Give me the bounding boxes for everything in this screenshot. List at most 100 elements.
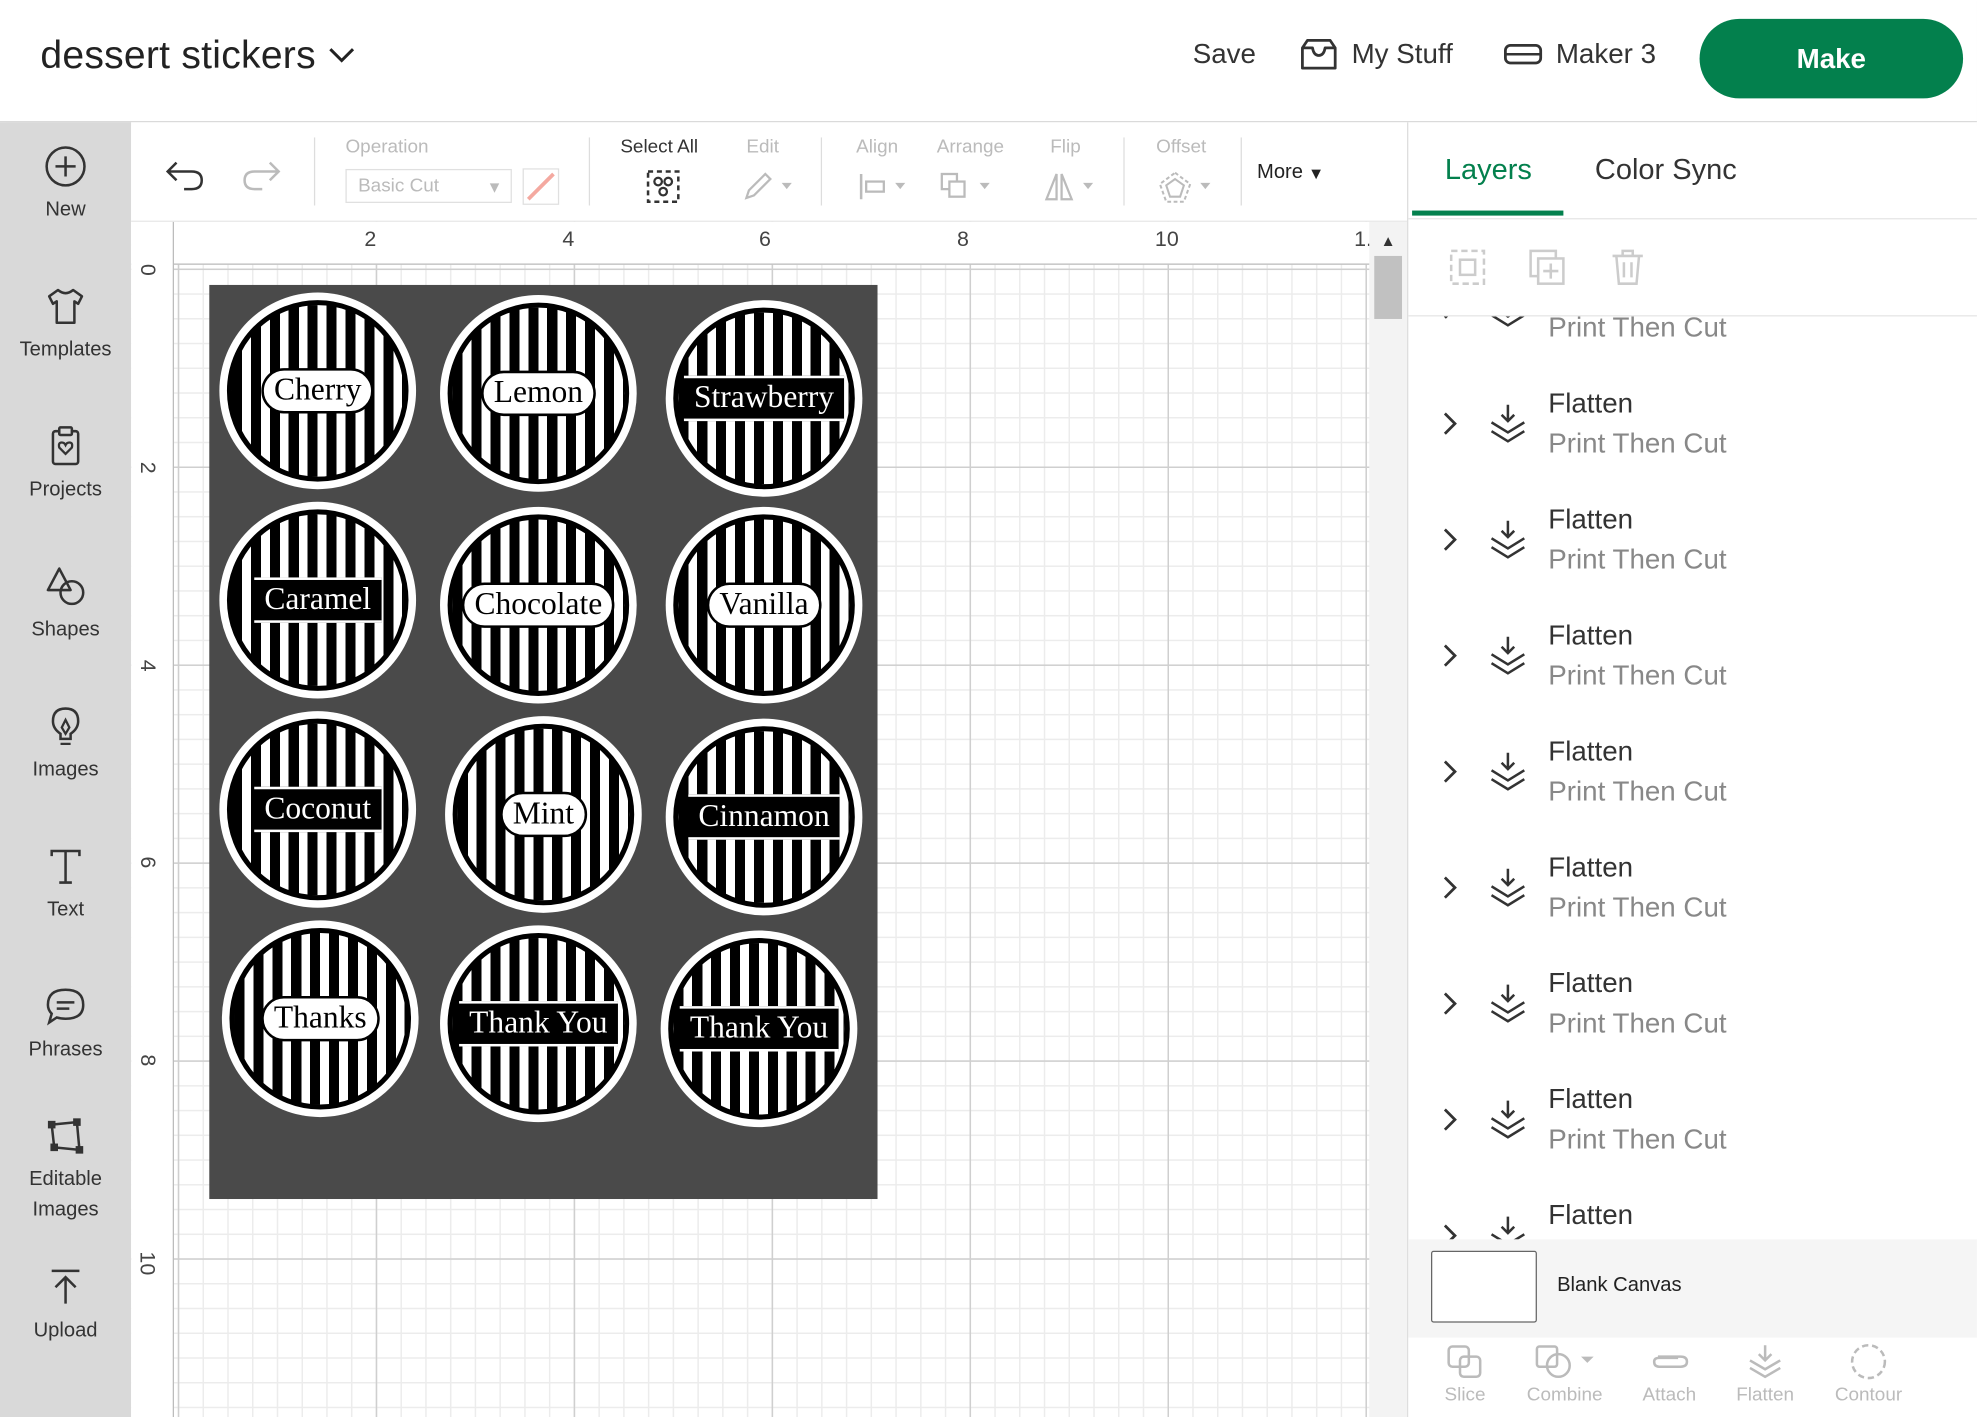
arrange-icon[interactable] (938, 170, 996, 203)
layer-row[interactable]: Flatten (1408, 1186, 1977, 1240)
upload-icon (51, 1269, 80, 1304)
ruler-tick-label: 10 (1154, 226, 1179, 251)
chevron-right-icon[interactable] (1440, 758, 1460, 786)
more-button[interactable]: More ▼ (1257, 161, 1324, 184)
contour-button[interactable]: Contour (1828, 1343, 1909, 1406)
edit-label: Edit (746, 136, 779, 158)
blank-canvas-label: Blank Canvas (1557, 1274, 1682, 1297)
layer-name: Flatten (1548, 387, 1634, 419)
toolbar-divider (313, 137, 316, 206)
layer-row[interactable]: Flatten Print Then Cut (1408, 838, 1977, 954)
sticker-mint[interactable]: Mint (445, 716, 642, 913)
align-icon[interactable] (856, 170, 911, 203)
chevron-right-icon[interactable] (1440, 526, 1460, 554)
sticker-thanks[interactable]: Thanks (221, 920, 419, 1118)
paperclip-icon (1652, 1355, 1689, 1368)
sticker-caramel[interactable]: Caramel (219, 501, 417, 699)
offset-icon[interactable] (1156, 170, 1217, 205)
sticker-stripes: Thanks (229, 927, 412, 1110)
layer-name: Flatten (1548, 1199, 1634, 1231)
duplicate-icon[interactable] (1527, 247, 1567, 287)
sticker-strawberry[interactable]: Strawberry (665, 300, 863, 497)
trash-icon[interactable] (1608, 247, 1648, 287)
sticker-stripes: Vanilla (673, 514, 855, 696)
layer-row[interactable]: Flatten Print Then Cut (1408, 954, 1977, 1070)
layer-operation: Print Then Cut (1548, 775, 1727, 807)
layer-row[interactable]: Flatten Print Then Cut (1408, 722, 1977, 838)
operation-label: Operation (345, 136, 429, 158)
save-button[interactable]: Save (1193, 38, 1256, 71)
blank-canvas-row[interactable]: Blank Canvas (1408, 1239, 1977, 1338)
operation-select[interactable]: Basic Cut ▾ (345, 168, 512, 203)
sidebar-item-shapes[interactable]: Shapes (0, 565, 131, 646)
layer-row[interactable]: Print Then Cut (1408, 316, 1977, 374)
edit-pencil-icon[interactable] (741, 170, 796, 203)
layer-row[interactable]: Flatten Print Then Cut (1408, 1070, 1977, 1186)
blank-canvas-swatch[interactable] (1431, 1250, 1537, 1323)
layer-row[interactable]: Flatten Print Then Cut (1408, 490, 1977, 606)
design-canvas[interactable]: 2 4 6 8 10 1. 0 2 4 6 8 10 ▲ Cherry Lemo… (131, 221, 1408, 1417)
combine-button[interactable]: Combine (1519, 1343, 1610, 1406)
scroll-up-icon[interactable]: ▲ (1381, 232, 1396, 250)
sidebar-label: Editable Images (29, 1168, 103, 1221)
inbox-icon (1301, 38, 1337, 70)
chevron-right-icon[interactable] (1440, 642, 1460, 670)
sticker-lemon[interactable]: Lemon (440, 295, 637, 492)
chevron-right-icon[interactable] (1440, 1106, 1460, 1134)
ruler-tick-label: 2 (364, 226, 377, 251)
redo-icon[interactable] (240, 158, 283, 193)
sticker-chocolate[interactable]: Chocolate (440, 506, 637, 704)
sidebar-item-editable-images[interactable]: Editable Images (0, 1115, 131, 1226)
layer-name: Flatten (1548, 735, 1634, 767)
make-button[interactable]: Make (1699, 18, 1964, 99)
sticker-vanilla[interactable]: Vanilla (665, 506, 863, 704)
chevron-right-icon[interactable] (1440, 410, 1460, 438)
sidebar-item-phrases[interactable]: Phrases (0, 985, 131, 1066)
project-title-dropdown[interactable]: dessert stickers (40, 33, 356, 78)
ruler-tick-label: 8 (135, 1054, 160, 1067)
sticker-sheet[interactable]: Cherry Lemon Strawberry Caramel Chocolat… (209, 284, 878, 1200)
attach-button[interactable]: Attach (1638, 1343, 1701, 1406)
top-ruler: 2 4 6 8 10 1. (131, 221, 1408, 265)
tool-label: Slice (1444, 1384, 1486, 1406)
sidebar-item-templates[interactable]: Templates (0, 285, 131, 366)
tab-color-sync[interactable]: Color Sync (1595, 153, 1737, 187)
sidebar-item-new[interactable]: New (0, 145, 131, 226)
undo-icon[interactable] (164, 158, 207, 193)
sidebar-item-text[interactable]: Text (0, 845, 131, 926)
sidebar-item-upload[interactable]: Upload (0, 1266, 131, 1347)
ruler-tick-label: 6 (759, 226, 771, 251)
layer-name: Flatten (1548, 851, 1634, 883)
sticker-cinnamon[interactable]: Cinnamon (665, 718, 863, 916)
sidebar-item-projects[interactable]: Projects (0, 425, 131, 506)
scroll-thumb[interactable] (1374, 255, 1403, 319)
pen-color-icon[interactable] (522, 168, 560, 206)
layer-row[interactable]: Flatten Print Then Cut (1408, 374, 1977, 490)
flatten-button[interactable]: Flatten (1731, 1343, 1799, 1406)
sidebar-item-images[interactable]: Images (0, 705, 131, 786)
canvas-scrollbar[interactable]: ▲ (1369, 221, 1408, 1417)
sticker-label: Thank You (459, 1001, 618, 1047)
group-icon[interactable] (1447, 247, 1487, 287)
sticker-stripes: Mint (452, 723, 635, 906)
sticker-cherry[interactable]: Cherry (219, 292, 417, 490)
sticker-thank-you[interactable]: Thank You (440, 925, 637, 1123)
machine-button[interactable]: Maker 3 (1503, 38, 1656, 71)
chevron-right-icon[interactable] (1440, 316, 1460, 321)
chevron-right-icon[interactable] (1440, 1222, 1460, 1240)
flip-icon[interactable] (1043, 170, 1101, 203)
sticker-thank-you[interactable]: Thank You (660, 930, 858, 1128)
sticker-coconut[interactable]: Coconut (219, 711, 417, 908)
sticker-stripes: Cherry (226, 300, 409, 482)
sticker-stripes: Coconut (226, 718, 409, 901)
slice-button[interactable]: Slice (1442, 1343, 1487, 1406)
my-stuff-button[interactable]: My Stuff (1299, 38, 1453, 71)
chevron-right-icon[interactable] (1440, 990, 1460, 1018)
sticker-stripes: Caramel (226, 509, 409, 691)
lightbulb-icon (51, 707, 80, 746)
select-all-icon[interactable] (644, 168, 682, 206)
chevron-right-icon[interactable] (1440, 874, 1460, 902)
layer-row[interactable]: Flatten Print Then Cut (1408, 606, 1977, 722)
tab-layers[interactable]: Layers (1445, 153, 1532, 187)
ruler-tick-label: 10 (135, 1251, 160, 1276)
